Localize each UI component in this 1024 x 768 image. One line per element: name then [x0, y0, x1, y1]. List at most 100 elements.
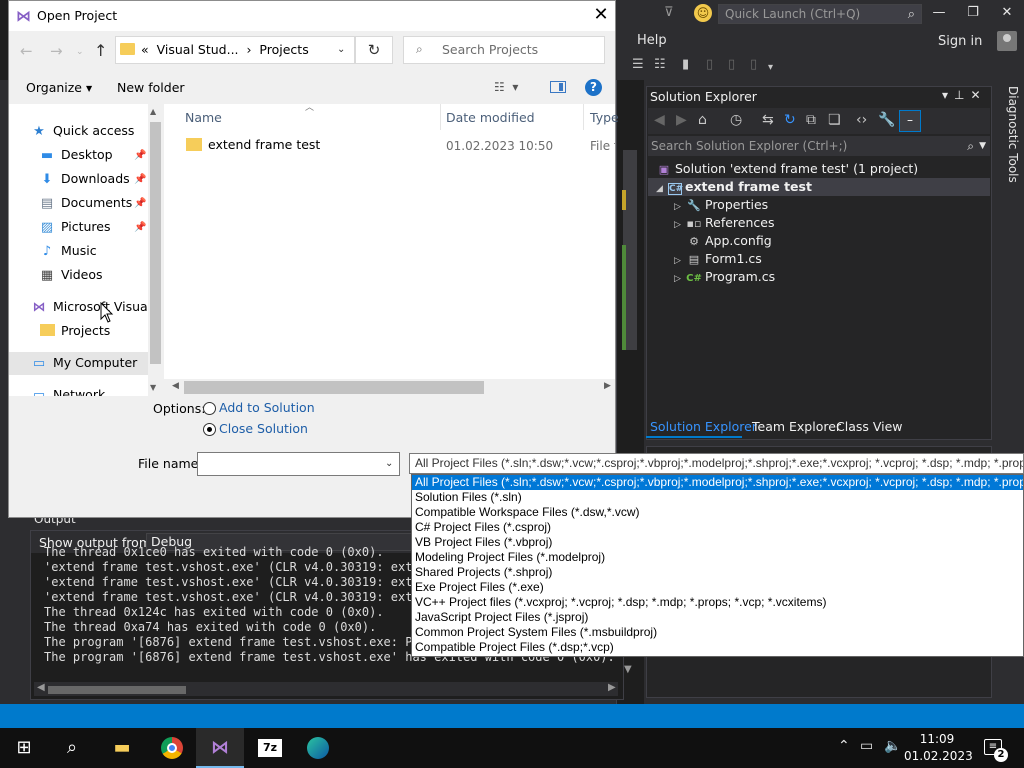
expanded-arrow-icon[interactable]: ◢ [656, 180, 668, 198]
diagnostic-tools-tab[interactable]: Diagnostic Tools [996, 86, 1020, 206]
collapsed-arrow-icon[interactable]: ▷ [674, 216, 686, 234]
refresh-button[interactable]: ↻ [355, 36, 393, 64]
history-icon[interactable]: ◷ [730, 112, 742, 128]
tree-item-project[interactable]: ◢ C# extend frame test [656, 178, 812, 196]
pin-icon[interactable]: 📌 [134, 222, 146, 233]
account-avatar-icon[interactable] [997, 31, 1017, 51]
file-type-option[interactable]: Exe Project Files (*.exe) [412, 580, 1023, 595]
show-all-files-icon[interactable]: ❏ [828, 112, 841, 128]
forward-icon[interactable]: ▶ [676, 112, 687, 128]
7zip-icon[interactable]: 7z [246, 728, 294, 768]
tree-item-form1[interactable]: ▷ ▤ Form1.cs [674, 250, 762, 268]
nav-item-music[interactable]: ♪ Music [38, 240, 97, 262]
volume-icon[interactable]: 🔈 [884, 738, 901, 754]
scrollbar-thumb[interactable] [150, 122, 161, 364]
file-type-option[interactable]: Shared Projects (*.shproj) [412, 565, 1023, 580]
scroll-left-icon[interactable]: ◀ [37, 682, 45, 693]
column-header-type[interactable]: Type [590, 110, 619, 125]
file-type-option[interactable]: All Project Files (*.sln;*.dsw;*.vcw;*.c… [412, 475, 1023, 490]
minimize-icon[interactable]: — [928, 5, 950, 20]
network-icon[interactable]: ▭ [860, 738, 873, 754]
tree-item-program[interactable]: ▷ C# Program.cs [674, 268, 775, 286]
properties-wrench-icon[interactable]: 🔧 [878, 112, 895, 128]
tree-item-app-config[interactable]: ⚙ App.config [686, 232, 772, 250]
column-separator[interactable] [583, 104, 584, 130]
scroll-up-icon[interactable]: ▲ [150, 107, 156, 116]
nav-item-my-computer[interactable]: ▭ My Computer [30, 352, 137, 374]
nav-item-visual-studio[interactable]: ⋈ Microsoft Visual S [30, 296, 164, 318]
back-arrow-icon[interactable]: ← [20, 42, 33, 60]
file-type-option[interactable]: JavaScript Project Files (*.jsproj) [412, 610, 1023, 625]
nav-item-desktop[interactable]: ▬ Desktop [38, 144, 113, 166]
file-row[interactable]: extend frame test [186, 137, 320, 152]
file-type-option[interactable]: Compatible Project Files (*.dsp;*.vcp) [412, 640, 1023, 655]
pin-icon[interactable]: 📌 [134, 150, 146, 161]
file-type-option[interactable]: Common Project System Files (*.msbuildpr… [412, 625, 1023, 640]
add-to-solution-label[interactable]: Add to Solution [219, 400, 315, 415]
file-name-input[interactable] [197, 452, 400, 476]
file-explorer-icon[interactable]: ▬ [98, 728, 146, 768]
pin-icon[interactable]: 📌 [134, 198, 146, 209]
new-folder-button[interactable]: New folder [117, 80, 185, 95]
scroll-right-icon[interactable]: ▶ [608, 682, 616, 693]
nav-item-videos[interactable]: ▦ Videos [38, 264, 103, 286]
home-icon[interactable]: ⌂ [698, 112, 707, 128]
scrollbar-thumb[interactable] [184, 381, 484, 394]
change-view-icon[interactable]: ☷ ▾ [494, 80, 518, 94]
close-solution-radio[interactable] [203, 423, 216, 436]
chrome-icon[interactable] [148, 728, 196, 768]
up-arrow-icon[interactable]: ↑ [94, 41, 107, 60]
back-icon[interactable]: ◀ [654, 112, 665, 128]
bookmark-next-icon[interactable]: ▯ [728, 57, 735, 72]
breadcrumb-visual-studio[interactable]: Visual Stud... [157, 42, 239, 57]
scroll-down-icon[interactable]: ▼ [150, 383, 156, 392]
toolbar-overflow-icon[interactable]: ▾ [768, 62, 773, 73]
system-clock[interactable]: 11:09 01.02.2023 [904, 731, 973, 765]
chevron-up-icon[interactable]: ⌃ [838, 738, 850, 754]
address-bar[interactable]: « Visual Stud... › Projects [115, 36, 355, 64]
outdent-icon[interactable]: ☷ [654, 57, 666, 72]
nav-item-network[interactable]: ▭ Network [30, 384, 105, 396]
nav-item-documents[interactable]: ▤ Documents [38, 192, 132, 214]
close-icon[interactable]: ✕ [590, 4, 612, 25]
chevron-down-icon[interactable]: ▼ [979, 136, 986, 156]
tab-team-explorer[interactable]: Team Explorer [752, 419, 841, 434]
search-icon[interactable]: ⌕ [967, 136, 974, 156]
file-type-option[interactable]: Solution Files (*.sln) [412, 490, 1023, 505]
visual-studio-icon[interactable]: ⋈ [196, 728, 244, 768]
chevron-down-icon[interactable]: ⌄ [385, 458, 393, 469]
view-code-icon[interactable]: ‹› [856, 112, 867, 128]
breadcrumb-projects[interactable]: Projects [259, 42, 308, 57]
nav-item-downloads[interactable]: ⬇ Downloads [38, 168, 130, 190]
file-type-dropdown-list[interactable]: All Project Files (*.sln;*.dsw;*.vcw;*.c… [411, 474, 1024, 657]
column-header-name[interactable]: Name [185, 110, 222, 125]
solution-explorer-search[interactable]: Search Solution Explorer (Ctrl+;) ⌕ ▼ [648, 136, 990, 156]
file-type-select[interactable]: All Project Files (*.sln;*.dsw;*.vcw;*.c… [409, 453, 1024, 474]
nav-item-pictures[interactable]: ▨ Pictures [38, 216, 111, 238]
collapsed-arrow-icon[interactable]: ▷ [674, 270, 686, 288]
scroll-down-icon[interactable]: ▼ [624, 664, 632, 675]
scroll-left-icon[interactable]: ◀ [172, 381, 179, 391]
nav-item-quick-access[interactable]: ★ Quick access [30, 120, 134, 142]
scroll-right-icon[interactable]: ▶ [604, 381, 611, 391]
tree-item-properties[interactable]: ▷ 🔧 Properties [674, 196, 768, 214]
bookmark-prev-icon[interactable]: ▯ [706, 57, 713, 72]
search-projects-input[interactable]: Search Projects [403, 36, 605, 64]
file-type-option[interactable]: Modeling Project Files (*.modelproj) [412, 550, 1023, 565]
close-icon[interactable]: ✕ [996, 5, 1018, 20]
tree-item-solution[interactable]: ▣ Solution 'extend frame test' (1 project… [656, 160, 918, 178]
panel-controls[interactable]: ▾⊥✕ [942, 88, 987, 102]
refresh-icon[interactable]: ↻ [784, 112, 796, 128]
bookmark-icon[interactable]: ▮ [682, 57, 689, 72]
feedback-smile-icon[interactable]: ☺ [694, 4, 712, 22]
bookmark-clear-icon[interactable]: ▯ [750, 57, 757, 72]
preview-selected-icon[interactable]: – [899, 110, 921, 132]
sync-icon[interactable]: ⇆ [762, 112, 774, 128]
sign-in-link[interactable]: Sign in [938, 34, 982, 49]
tab-class-view[interactable]: Class View [836, 419, 903, 434]
chevron-down-icon[interactable]: ⌄ [337, 44, 345, 55]
tree-item-references[interactable]: ▷ ▪▫ References [674, 214, 774, 232]
windows-start-icon[interactable]: ⊞ [0, 728, 48, 768]
close-solution-label[interactable]: Close Solution [219, 421, 308, 436]
file-type-option[interactable]: VC++ Project files (*.vcxproj; *.vcproj;… [412, 595, 1023, 610]
